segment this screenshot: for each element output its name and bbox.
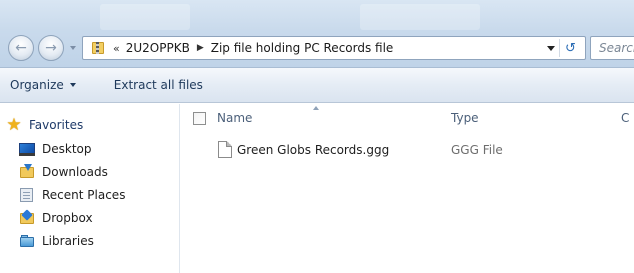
libraries-icon	[19, 233, 35, 249]
command-bar: Organize Extract all files	[0, 68, 634, 103]
sidebar-item-label: Libraries	[42, 234, 94, 248]
file-list: Name Type C Green Globs Records.ggg GGG …	[181, 104, 634, 273]
title-glass-region	[360, 4, 480, 30]
search-placeholder: Search	[599, 41, 634, 55]
forward-arrow-icon: →	[45, 40, 57, 56]
organize-label: Organize	[10, 78, 64, 92]
sidebar-item-label: Downloads	[42, 165, 108, 179]
sidebar-item-label: Recent Places	[42, 188, 126, 202]
address-history-dropdown[interactable]	[547, 46, 555, 51]
zip-folder-icon	[91, 41, 105, 55]
chevron-down-icon	[69, 83, 76, 87]
extract-all-files-button[interactable]: Extract all files	[106, 68, 211, 102]
column-header-name[interactable]: Name	[217, 111, 252, 125]
select-all-checkbox[interactable]	[193, 112, 206, 125]
downloads-folder-icon	[19, 164, 35, 180]
back-arrow-icon: ←	[15, 40, 27, 56]
breadcrumb-item-2u2oppkb[interactable]: 2U2OPPKB	[126, 41, 190, 55]
file-type: GGG File	[451, 143, 503, 157]
navigation-pane: ★ Favorites Desktop Downloads Recent Pla…	[0, 104, 180, 273]
desktop-icon	[19, 141, 35, 157]
extract-all-files-label: Extract all files	[113, 78, 203, 92]
address-bar[interactable]: « 2U2OPPKB ▶ Zip file holding PC Records…	[82, 36, 586, 60]
star-icon: ★	[6, 115, 22, 135]
sidebar-item-downloads[interactable]: Downloads	[19, 161, 199, 183]
generic-file-icon	[218, 141, 232, 158]
forward-button[interactable]: →	[38, 35, 64, 61]
sort-ascending-icon	[313, 106, 319, 110]
dropbox-folder-icon	[19, 209, 35, 226]
back-button[interactable]: ←	[8, 35, 34, 61]
recent-places-icon	[19, 187, 35, 203]
sidebar-item-favorites[interactable]: ★ Favorites	[6, 114, 186, 136]
sidebar-item-label: Favorites	[29, 118, 84, 132]
breadcrumb-overflow-chevron[interactable]: «	[113, 42, 120, 55]
sidebar-item-label: Desktop	[42, 142, 92, 156]
sidebar-item-label: Dropbox	[42, 211, 93, 225]
sidebar-item-libraries[interactable]: Libraries	[19, 230, 199, 252]
sidebar-item-recent-places[interactable]: Recent Places	[19, 184, 199, 206]
recent-pages-dropdown[interactable]	[70, 46, 76, 50]
window-chrome: ← → « 2U2OPPKB ▶ Zip file holding PC Rec…	[0, 0, 634, 68]
column-header-type[interactable]: Type	[451, 111, 479, 125]
breadcrumb-separator-icon[interactable]: ▶	[197, 43, 204, 53]
sidebar-item-dropbox[interactable]: Dropbox	[19, 207, 199, 229]
organize-button[interactable]: Organize	[2, 68, 84, 102]
sidebar-item-desktop[interactable]: Desktop	[19, 138, 199, 160]
refresh-button[interactable]: ↺	[559, 39, 581, 57]
column-header-compressed-size[interactable]: C	[621, 111, 629, 125]
title-glass-region	[100, 4, 190, 30]
breadcrumb-item-zip-file[interactable]: Zip file holding PC Records file	[211, 41, 394, 55]
file-name[interactable]: Green Globs Records.ggg	[237, 143, 389, 157]
table-row[interactable]: Green Globs Records.ggg GGG File	[181, 139, 634, 161]
search-input[interactable]: Search	[590, 36, 634, 60]
column-header-row: Name Type C	[181, 104, 634, 130]
refresh-icon: ↺	[565, 40, 576, 56]
